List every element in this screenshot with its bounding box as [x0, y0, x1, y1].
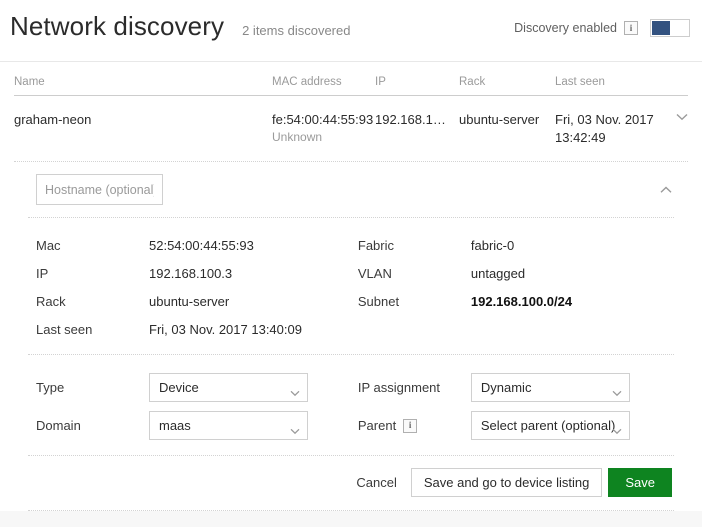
table-row[interactable]: graham-neon fe:54:00:44:55:93 Unknown 19…: [14, 96, 688, 162]
detail-row-mac: Mac 52:54:00:44:55:93: [36, 232, 358, 260]
table-header-row: Name MAC address IP Rack Last seen: [14, 62, 688, 96]
domain-select[interactable]: maas: [149, 411, 308, 440]
column-header-ip: IP: [375, 76, 386, 88]
row-expand-toggle[interactable]: [657, 111, 688, 121]
type-select[interactable]: Device: [149, 373, 308, 402]
detail-value-mac: 52:54:00:44:55:93: [149, 238, 254, 253]
detail-row-ip: IP 192.168.100.3: [36, 260, 358, 288]
cell-mac-vendor: Unknown: [272, 130, 323, 144]
parent-select[interactable]: Select parent (optional): [470, 411, 630, 440]
detail-row-subnet: Subnet 192.168.100.0/24: [358, 288, 674, 316]
panel-actions: Cancel Save and go to device listing Sav…: [28, 456, 674, 510]
cell-mac-address: fe:54:00:44:55:93 Unknown: [272, 111, 375, 146]
toggle-track-empty: [670, 21, 688, 35]
panel-form-grid: Type Device Domain maas IP assignment Dy…: [28, 355, 674, 456]
form-row-domain: Domain maas: [36, 407, 358, 445]
chevron-down-icon: [676, 113, 688, 121]
panel-details-grid: Mac 52:54:00:44:55:93 IP 192.168.100.3 R…: [28, 218, 674, 355]
detail-value-last-seen: Fri, 03 Nov. 2017 13:40:09: [149, 322, 302, 337]
form-label-parent: Parent i: [358, 418, 471, 433]
detail-value-rack: ubuntu-server: [149, 294, 230, 309]
page-header: Network discovery 2 items discovered Dis…: [0, 0, 702, 62]
save-button[interactable]: Save: [608, 468, 672, 497]
panel-form-left: Type Device Domain maas: [36, 369, 358, 445]
cell-name: graham-neon: [14, 112, 92, 127]
detail-label-last-seen: Last seen: [36, 322, 93, 337]
discovery-enabled-control: Discovery enabled i: [514, 19, 690, 37]
detail-row-vlan: VLAN untagged: [358, 260, 674, 288]
expanded-row-panel: Mac 52:54:00:44:55:93 IP 192.168.100.3 R…: [28, 162, 674, 511]
form-label-domain-text: Domain: [36, 418, 81, 433]
type-select-value: Device: [159, 380, 199, 395]
form-row-parent: Parent i Select parent (optional): [358, 407, 674, 445]
save-and-go-to-device-listing-button[interactable]: Save and go to device listing: [410, 468, 603, 497]
panel-details-left: Mac 52:54:00:44:55:93 IP 192.168.100.3 R…: [36, 232, 358, 344]
column-header-spacer: [657, 88, 688, 95]
panel-hostname-row: [28, 162, 674, 218]
form-row-ip-assignment: IP assignment Dynamic: [358, 369, 674, 407]
chevron-down-icon: [290, 385, 300, 400]
chevron-down-icon: [612, 423, 622, 438]
chevron-up-icon: [660, 186, 672, 193]
cell-mac-value: fe:54:00:44:55:93: [272, 112, 374, 127]
form-label-type-text: Type: [36, 380, 65, 395]
column-header-rack: Rack: [459, 76, 486, 88]
discovery-enabled-label: Discovery enabled: [514, 21, 617, 35]
detail-label-rack: Rack: [36, 294, 66, 309]
cancel-button[interactable]: Cancel: [342, 468, 410, 497]
hostname-input[interactable]: [36, 174, 163, 205]
detail-label-subnet: Subnet: [357, 294, 400, 309]
panel-details-right: Fabric fabric-0 VLAN untagged Subnet 192…: [358, 232, 674, 344]
column-header-last-seen: Last seen: [555, 76, 605, 88]
form-label-ip-assignment-text: IP assignment: [357, 380, 441, 395]
title-group: Network discovery 2 items discovered: [10, 10, 350, 47]
detail-row-rack: Rack ubuntu-server: [36, 288, 358, 316]
discovery-toggle[interactable]: [650, 19, 690, 37]
detail-value-vlan: untagged: [470, 266, 526, 281]
detail-row-last-seen: Last seen Fri, 03 Nov. 2017 13:40:09: [36, 316, 358, 344]
detail-value-ip: 192.168.100.3: [149, 266, 233, 281]
items-discovered-count: 2 items discovered: [242, 23, 351, 38]
detail-label-fabric: Fabric: [357, 238, 394, 253]
form-label-domain: Domain: [36, 418, 149, 433]
form-label-type: Type: [36, 380, 149, 395]
parent-select-value: Select parent (optional): [480, 418, 616, 433]
form-label-ip-assignment: IP assignment: [358, 380, 471, 395]
cell-rack: ubuntu-server: [459, 112, 540, 127]
domain-select-value: maas: [159, 418, 191, 433]
detail-label-mac: Mac: [36, 238, 61, 253]
discovery-table: Name MAC address IP Rack Last seen graha…: [0, 62, 702, 511]
network-discovery-page: Network discovery 2 items discovered Dis…: [0, 0, 702, 527]
detail-row-fabric: Fabric fabric-0: [358, 232, 674, 260]
column-header-name: Name: [14, 76, 45, 88]
chevron-down-icon: [612, 385, 622, 400]
info-icon[interactable]: i: [624, 21, 638, 35]
form-row-type: Type Device: [36, 369, 358, 407]
cell-ip: 192.168.1…: [375, 112, 446, 127]
ip-assignment-select[interactable]: Dynamic: [470, 373, 630, 402]
form-label-parent-text: Parent: [357, 418, 397, 433]
cell-last-seen: Fri, 03 Nov. 2017 13:42:49: [555, 112, 654, 145]
page-title: Network discovery: [10, 11, 225, 41]
page-footer-spacer: [0, 511, 702, 527]
panel-collapse-toggle[interactable]: [660, 181, 672, 199]
info-icon[interactable]: i: [403, 418, 418, 433]
toggle-knob: [652, 21, 670, 35]
detail-value-fabric: fabric-0: [470, 238, 515, 253]
chevron-down-icon: [290, 423, 300, 438]
detail-label-ip: IP: [36, 266, 49, 281]
detail-value-subnet[interactable]: 192.168.100.0/24: [471, 294, 572, 309]
column-header-mac-address: MAC address: [272, 76, 342, 88]
detail-label-vlan: VLAN: [357, 266, 392, 281]
panel-form-right: IP assignment Dynamic Parent i Select pa…: [358, 369, 674, 445]
ip-assignment-select-value: Dynamic: [480, 380, 532, 395]
